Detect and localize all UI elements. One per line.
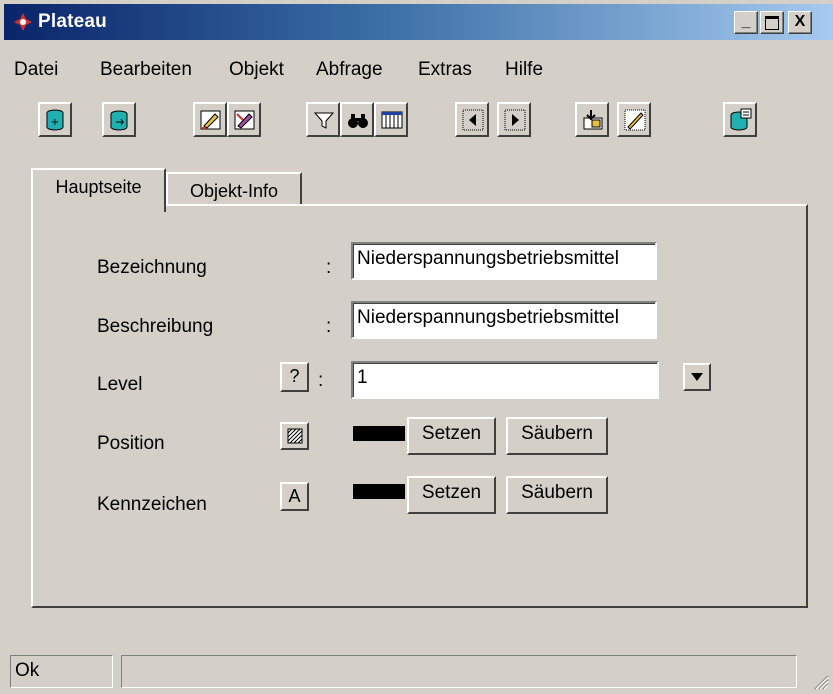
position-label: Position	[97, 433, 165, 454]
beschreibung-field[interactable]: Niederspannungsbetriebsmittel	[351, 301, 657, 339]
hatch-pattern-icon	[287, 428, 302, 444]
kennzeichen-font-button[interactable]: A	[280, 482, 309, 511]
previous-arrow-icon	[462, 109, 484, 131]
app-logo-icon	[14, 13, 32, 31]
edit-pencil-icon	[200, 110, 221, 130]
level-colon: :	[318, 370, 324, 391]
bezeichnung-field[interactable]: Niederspannungsbetriebsmittel	[351, 242, 657, 280]
tab-objekt-info-label: Objekt-Info	[189, 181, 279, 201]
menu-datei[interactable]: Datei	[14, 58, 58, 82]
tab-objekt-info[interactable]: Objekt-Info	[166, 172, 302, 206]
menu-bar: Datei Bearbeiten Objekt Abfrage Extras H…	[0, 54, 833, 86]
toolbar-database-refresh-button[interactable]	[102, 102, 136, 137]
title-bar[interactable]: Plateau _ X	[4, 4, 833, 40]
position-pattern-button[interactable]	[280, 422, 309, 450]
tab-panel-hauptseite: Bezeichnung : Niederspannungsbetriebsmit…	[31, 204, 808, 608]
level-label: Level	[97, 374, 143, 395]
toolbar-database-add-button[interactable]: +	[38, 102, 72, 137]
beschreibung-label: Beschreibung	[97, 316, 214, 337]
window-title: Plateau	[38, 11, 107, 32]
kennzeichen-clear-button[interactable]: Säubern	[506, 476, 608, 514]
toolbar-search-button[interactable]	[340, 102, 374, 137]
toolbar-filter-button[interactable]	[306, 102, 340, 137]
tab-hauptseite-label: Hauptseite	[55, 177, 142, 197]
level-field[interactable]: 1	[351, 361, 659, 399]
minimize-icon: _	[741, 13, 751, 30]
close-icon: X	[794, 13, 806, 30]
app-window: Plateau _ X Datei Bearbeiten Objekt Abfr…	[0, 0, 833, 694]
close-button[interactable]: X	[788, 11, 812, 34]
toolbar-table-button[interactable]	[374, 102, 408, 137]
menu-objekt[interactable]: Objekt	[229, 58, 284, 82]
table-columns-icon	[381, 111, 403, 129]
toolbar-draw-button[interactable]	[617, 102, 651, 137]
menu-abfrage[interactable]: Abfrage	[316, 58, 383, 82]
next-arrow-icon	[504, 109, 526, 131]
status-secondary-panel	[121, 655, 797, 688]
menu-bearbeiten[interactable]: Bearbeiten	[100, 58, 192, 82]
maximize-icon	[765, 16, 779, 30]
toolbar-previous-button[interactable]	[455, 102, 489, 137]
toolbar-export-button[interactable]	[723, 102, 757, 137]
toolbar-insert-button[interactable]	[575, 102, 609, 137]
level-help-button[interactable]: ?	[280, 362, 309, 392]
chevron-down-icon	[691, 373, 703, 381]
position-color-swatch	[353, 426, 405, 441]
binoculars-icon	[348, 114, 368, 128]
kennzeichen-label: Kennzeichen	[97, 494, 207, 515]
beschreibung-colon: :	[326, 316, 332, 337]
font-icon: A	[288, 486, 301, 506]
kennzeichen-color-swatch	[353, 484, 405, 499]
position-clear-button[interactable]: Säubern	[506, 417, 608, 455]
toolbar-edit-button[interactable]	[193, 102, 227, 137]
minimize-button[interactable]: _	[734, 11, 758, 34]
database-add-icon: +	[46, 109, 64, 131]
toolbar-edit-clear-button[interactable]	[227, 102, 261, 137]
tab-hauptseite[interactable]: Hauptseite	[31, 168, 166, 212]
toolbar-next-button[interactable]	[497, 102, 531, 137]
database-export-icon	[730, 108, 752, 131]
resize-grip-icon[interactable]	[809, 670, 829, 690]
menu-hilfe[interactable]: Hilfe	[505, 58, 543, 82]
bezeichnung-colon: :	[326, 257, 332, 278]
help-icon: ?	[289, 366, 300, 386]
level-dropdown-button[interactable]	[683, 363, 711, 391]
bezeichnung-label: Bezeichnung	[97, 257, 207, 278]
maximize-button[interactable]	[760, 11, 784, 34]
database-refresh-icon	[110, 110, 128, 131]
insert-icon	[583, 110, 603, 130]
kennzeichen-set-button[interactable]: Setzen	[407, 476, 496, 514]
status-text-panel: Ok	[10, 655, 113, 688]
draw-icon	[624, 109, 646, 131]
menu-extras[interactable]: Extras	[418, 58, 472, 82]
edit-clear-icon	[234, 110, 255, 130]
filter-icon	[313, 112, 335, 129]
position-set-button[interactable]: Setzen	[407, 417, 496, 455]
svg-text:+: +	[51, 117, 59, 128]
